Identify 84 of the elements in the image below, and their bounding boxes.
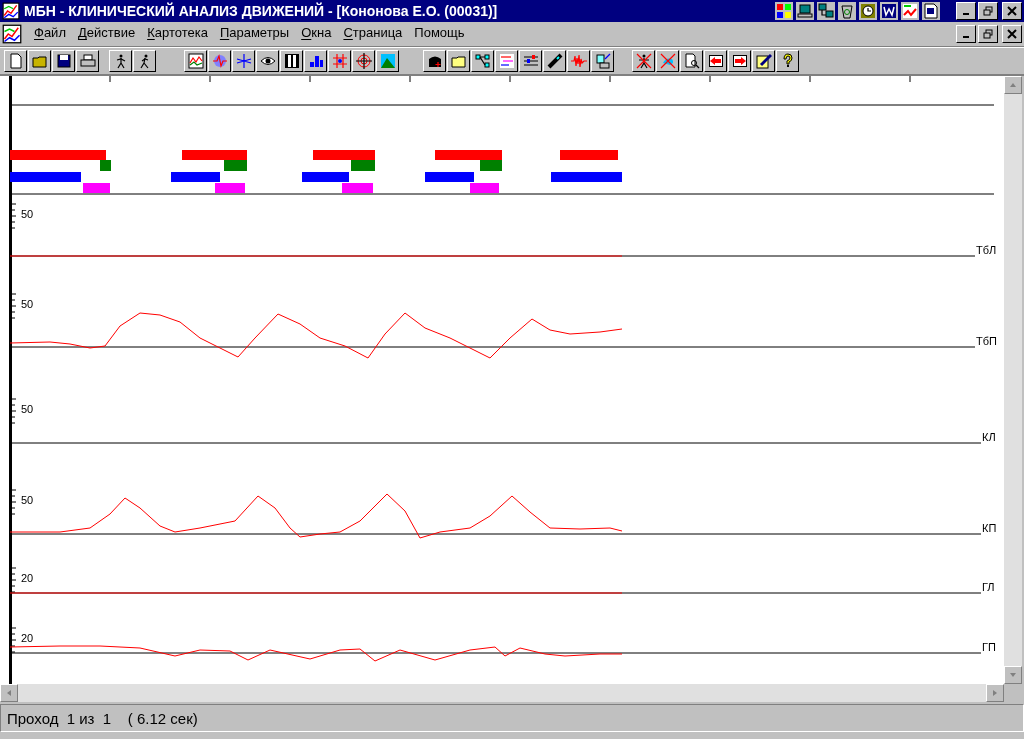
menu-item[interactable]: Файл: [28, 24, 72, 44]
scale-label: 20: [21, 572, 34, 584]
scale-label: 50: [21, 494, 34, 506]
restore-icon: [983, 29, 993, 39]
folder-icon[interactable]: [28, 50, 51, 72]
medical-bag-icon[interactable]: [423, 50, 446, 72]
app-chart-icon: [2, 2, 20, 20]
channel-label: КЛ: [982, 431, 996, 443]
crossed-figure-icon[interactable]: [632, 50, 655, 72]
channel-label: ГЛ: [982, 581, 995, 593]
menu-item[interactable]: Действие: [71, 24, 142, 44]
minimize-icon: [963, 13, 969, 15]
clock-icon[interactable]: [859, 2, 877, 20]
eye-icon[interactable]: [256, 50, 279, 72]
sliders-icon[interactable]: [519, 50, 542, 72]
restore-button[interactable]: [978, 2, 998, 20]
waveform-icon[interactable]: [567, 50, 590, 72]
horizontal-scrollbar[interactable]: [0, 684, 1004, 702]
vertical-scrollbar[interactable]: [1004, 76, 1022, 684]
up-arrow-icon: [1009, 81, 1017, 89]
menu-item[interactable]: Помощь: [408, 24, 471, 44]
scale-ticks: [11, 203, 17, 229]
columns-icon[interactable]: [280, 50, 303, 72]
device-icon[interactable]: [591, 50, 614, 72]
recycle-bin-icon[interactable]: [838, 2, 856, 20]
down-arrow-icon: [1009, 671, 1017, 679]
scale-ticks: [11, 398, 17, 424]
scroll-down-button[interactable]: [1004, 666, 1022, 684]
scale-label: 50: [21, 403, 34, 415]
printer-icon[interactable]: [76, 50, 99, 72]
window-title: МБН - КЛИНИЧЕСКИЙ АНАЛИЗ ДВИЖЕНИЙ - [Кононова Е.О. (00031)]: [24, 3, 498, 19]
channel-label: ТбП: [976, 335, 997, 347]
scale-label: 20: [21, 632, 34, 644]
help-icon[interactable]: [776, 50, 799, 72]
document-chart-icon[interactable]: [2, 24, 22, 44]
menu-item[interactable]: Картотека: [141, 24, 214, 44]
menu-item[interactable]: Параметры: [213, 24, 296, 44]
scroll-up-button[interactable]: [1004, 76, 1022, 94]
minimize-icon: [963, 36, 969, 38]
heart-wave-icon[interactable]: [208, 50, 231, 72]
restore-icon: [983, 6, 993, 16]
scale-ticks: [11, 293, 17, 319]
grid-icon[interactable]: [328, 50, 351, 72]
document-icon[interactable]: [922, 2, 940, 20]
menu-item[interactable]: Страница: [337, 24, 409, 44]
minimize-button[interactable]: [956, 2, 976, 20]
close-button[interactable]: [1002, 2, 1022, 20]
menu-item[interactable]: Окна: [295, 24, 338, 44]
new-document-icon[interactable]: [4, 50, 27, 72]
left-arrow-icon: [5, 689, 13, 697]
status-text: Проход 1 из 1 ( 6.12 сек): [7, 709, 198, 727]
network-icon[interactable]: [817, 2, 835, 20]
computer-icon[interactable]: [796, 2, 814, 20]
word-processor-icon[interactable]: [880, 2, 898, 20]
pencil-note-icon[interactable]: [752, 50, 775, 72]
channel-label: КП: [982, 522, 997, 534]
pen-icon[interactable]: [543, 50, 566, 72]
channel-label: ГП: [982, 641, 996, 653]
landscape-icon[interactable]: [376, 50, 399, 72]
colored-lines-icon[interactable]: [495, 50, 518, 72]
channel-label: ТбЛ: [976, 244, 997, 256]
scroll-left-button[interactable]: [0, 684, 18, 702]
line-chart-icon[interactable]: [184, 50, 207, 72]
tree-icon[interactable]: [471, 50, 494, 72]
bar-chart-icon[interactable]: [304, 50, 327, 72]
target-icon[interactable]: [352, 50, 375, 72]
scale-label: 50: [21, 208, 34, 220]
minimize-button[interactable]: [956, 25, 976, 43]
close-icon: [1007, 29, 1017, 39]
scatter-lines-icon[interactable]: [232, 50, 255, 72]
right-arrow-icon: [991, 689, 999, 697]
scale-ticks: [11, 567, 17, 593]
scale-label: 50: [21, 298, 34, 310]
color-squares-icon[interactable]: [775, 2, 793, 20]
close-icon: [1007, 6, 1017, 16]
close-button[interactable]: [1002, 25, 1022, 43]
chart-icon[interactable]: [901, 2, 919, 20]
document-search-icon[interactable]: [680, 50, 703, 72]
restore-button[interactable]: [978, 25, 998, 43]
walking-figure-icon[interactable]: [109, 50, 132, 72]
folder-icon[interactable]: [447, 50, 470, 72]
scroll-right-button[interactable]: [986, 684, 1004, 702]
walking-figure-icon[interactable]: [133, 50, 156, 72]
scale-ticks: [11, 489, 17, 515]
